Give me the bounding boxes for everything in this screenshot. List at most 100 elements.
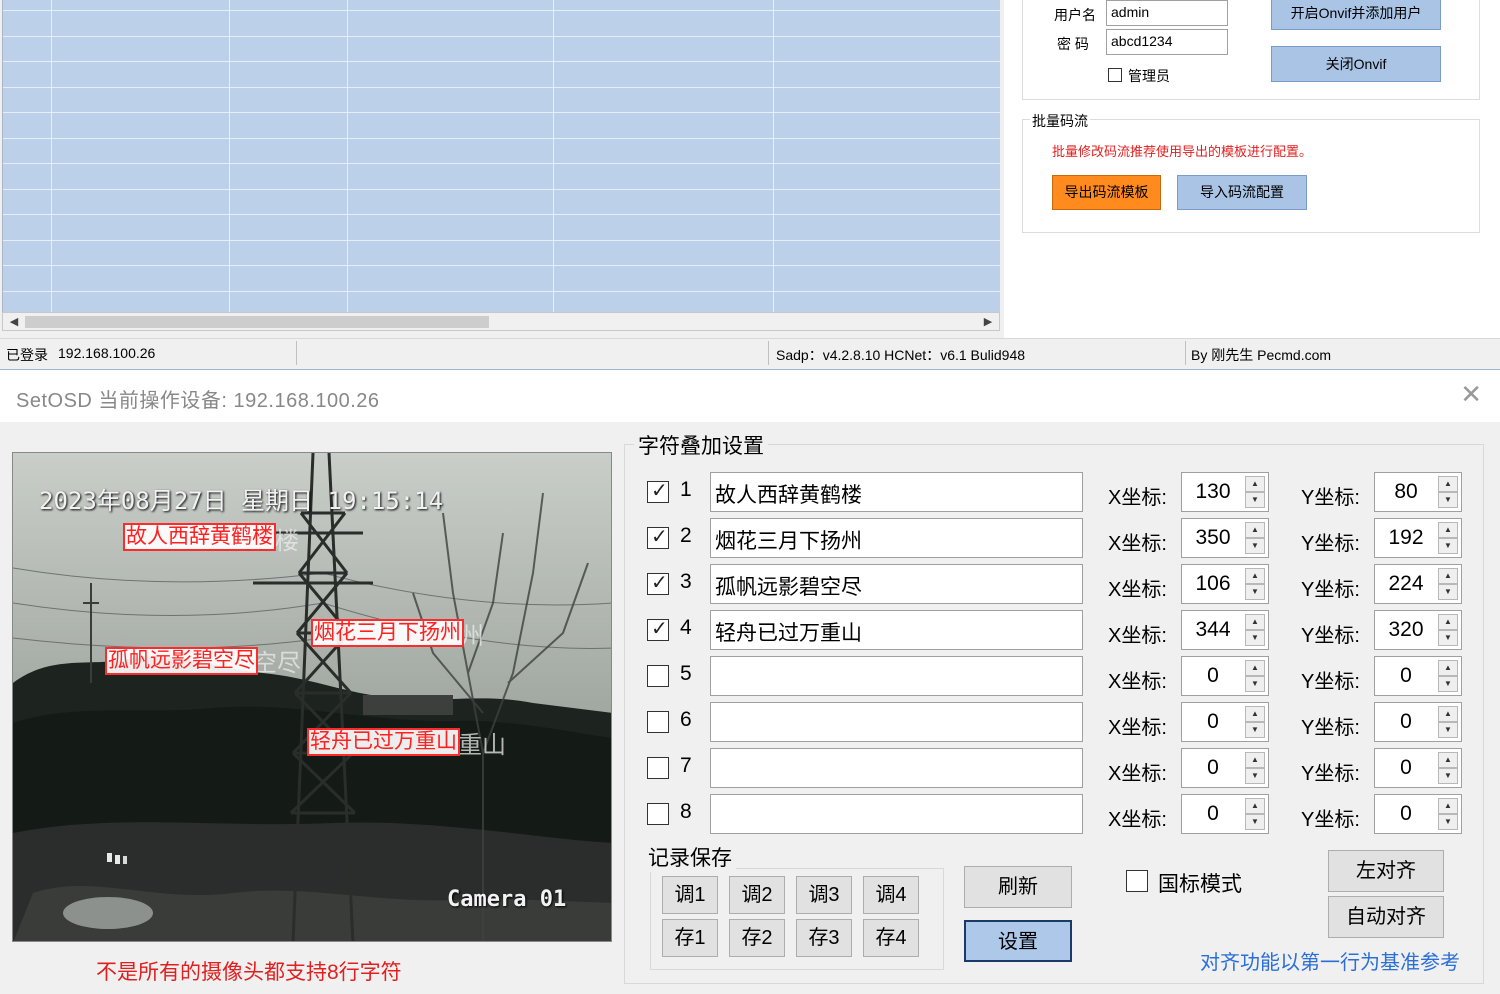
auto-align-button[interactable]: 自动对齐 bbox=[1328, 896, 1444, 938]
x-coord-value[interactable]: 350 bbox=[1182, 526, 1244, 550]
spin-down-icon[interactable]: ▼ bbox=[1245, 538, 1265, 554]
spin-up-icon[interactable]: ▲ bbox=[1245, 798, 1265, 814]
spin-down-icon[interactable]: ▼ bbox=[1438, 768, 1458, 784]
x-coord-value[interactable]: 344 bbox=[1182, 618, 1244, 642]
spin-down-icon[interactable]: ▼ bbox=[1438, 584, 1458, 600]
set-button[interactable]: 设置 bbox=[964, 920, 1072, 962]
spin-down-icon[interactable]: ▼ bbox=[1245, 814, 1265, 830]
y-coord-spinner[interactable]: 224 ▲ ▼ bbox=[1374, 564, 1462, 604]
spin-down-icon[interactable]: ▼ bbox=[1245, 492, 1265, 508]
x-coord-spinner[interactable]: 350 ▲ ▼ bbox=[1181, 518, 1269, 558]
device-grid[interactable] bbox=[2, 0, 1000, 312]
scroll-thumb[interactable] bbox=[25, 316, 489, 328]
spin-up-icon[interactable]: ▲ bbox=[1438, 522, 1458, 538]
spin-up-icon[interactable]: ▲ bbox=[1438, 660, 1458, 676]
refresh-button[interactable]: 刷新 bbox=[964, 866, 1072, 908]
spin-up-icon[interactable]: ▲ bbox=[1245, 568, 1265, 584]
spin-down-icon[interactable]: ▼ bbox=[1438, 814, 1458, 830]
spin-up-icon[interactable]: ▲ bbox=[1245, 752, 1265, 768]
import-config-button[interactable]: 导入码流配置 bbox=[1177, 175, 1307, 210]
x-coord-spinner[interactable]: 130 ▲ ▼ bbox=[1181, 472, 1269, 512]
y-coord-spinner[interactable]: 0 ▲ ▼ bbox=[1374, 702, 1462, 742]
osd-text-input[interactable]: 烟花三月下扬州 bbox=[710, 518, 1083, 558]
y-coord-spinner[interactable]: 192 ▲ ▼ bbox=[1374, 518, 1462, 558]
y-coord-spinner[interactable]: 80 ▲ ▼ bbox=[1374, 472, 1462, 512]
osd-row-checkbox[interactable] bbox=[647, 665, 669, 687]
osd-text-input[interactable]: 故人西辞黄鹤楼 bbox=[710, 472, 1083, 512]
x-coord-value[interactable]: 0 bbox=[1182, 802, 1244, 826]
national-mode-checkbox[interactable] bbox=[1126, 870, 1148, 892]
x-coord-value[interactable]: 0 bbox=[1182, 756, 1244, 780]
y-coord-spinner[interactable]: 320 ▲ ▼ bbox=[1374, 610, 1462, 650]
spin-down-icon[interactable]: ▼ bbox=[1438, 492, 1458, 508]
save-preset-1-button[interactable]: 存1 bbox=[662, 919, 718, 957]
osd-row-checkbox[interactable]: ✓ bbox=[647, 572, 669, 595]
spin-up-icon[interactable]: ▲ bbox=[1438, 752, 1458, 768]
x-coord-spinner[interactable]: 106 ▲ ▼ bbox=[1181, 564, 1269, 604]
y-coord-value[interactable]: 320 bbox=[1375, 618, 1437, 642]
load-preset-4-button[interactable]: 调4 bbox=[863, 876, 919, 914]
close-icon[interactable]: ✕ bbox=[1460, 380, 1482, 408]
export-template-button[interactable]: 导出码流模板 bbox=[1052, 175, 1161, 210]
y-coord-spinner[interactable]: 0 ▲ ▼ bbox=[1374, 748, 1462, 788]
osd-row-checkbox[interactable] bbox=[647, 803, 669, 825]
spin-up-icon[interactable]: ▲ bbox=[1438, 614, 1458, 630]
spin-down-icon[interactable]: ▼ bbox=[1438, 722, 1458, 738]
close-onvif-button[interactable]: 关闭Onvif bbox=[1271, 46, 1441, 82]
osd-row-checkbox[interactable] bbox=[647, 711, 669, 733]
username-input[interactable]: admin bbox=[1106, 0, 1228, 26]
spin-down-icon[interactable]: ▼ bbox=[1438, 538, 1458, 554]
spin-up-icon[interactable]: ▲ bbox=[1438, 476, 1458, 492]
y-coord-value[interactable]: 0 bbox=[1375, 664, 1437, 688]
osd-text-input[interactable]: 孤帆远影碧空尽 bbox=[710, 564, 1083, 604]
y-coord-value[interactable]: 192 bbox=[1375, 526, 1437, 550]
osd-text-input[interactable] bbox=[710, 794, 1083, 834]
scroll-right-icon[interactable]: ▶ bbox=[979, 314, 997, 330]
password-input[interactable]: abcd1234 bbox=[1106, 29, 1228, 55]
spin-up-icon[interactable]: ▲ bbox=[1245, 706, 1265, 722]
x-coord-spinner[interactable]: 0 ▲ ▼ bbox=[1181, 748, 1269, 788]
y-coord-value[interactable]: 224 bbox=[1375, 572, 1437, 596]
spin-up-icon[interactable]: ▲ bbox=[1438, 706, 1458, 722]
y-coord-spinner[interactable]: 0 ▲ ▼ bbox=[1374, 794, 1462, 834]
grid-horizontal-scrollbar[interactable]: ◀ ▶ bbox=[2, 312, 1000, 331]
spin-up-icon[interactable]: ▲ bbox=[1245, 476, 1265, 492]
load-preset-1-button[interactable]: 调1 bbox=[662, 876, 718, 914]
x-coord-value[interactable]: 130 bbox=[1182, 480, 1244, 504]
x-coord-spinner[interactable]: 0 ▲ ▼ bbox=[1181, 702, 1269, 742]
osd-text-input[interactable] bbox=[710, 656, 1083, 696]
y-coord-spinner[interactable]: 0 ▲ ▼ bbox=[1374, 656, 1462, 696]
y-coord-value[interactable]: 0 bbox=[1375, 802, 1437, 826]
left-align-button[interactable]: 左对齐 bbox=[1328, 850, 1444, 892]
spin-up-icon[interactable]: ▲ bbox=[1245, 660, 1265, 676]
save-preset-2-button[interactable]: 存2 bbox=[729, 919, 785, 957]
x-coord-value[interactable]: 0 bbox=[1182, 664, 1244, 688]
enable-onvif-button[interactable]: 开启Onvif并添加用户 bbox=[1271, 0, 1441, 30]
x-coord-spinner[interactable]: 0 ▲ ▼ bbox=[1181, 794, 1269, 834]
osd-text-input[interactable]: 轻舟已过万重山 bbox=[710, 610, 1083, 650]
x-coord-spinner[interactable]: 344 ▲ ▼ bbox=[1181, 610, 1269, 650]
x-coord-value[interactable]: 106 bbox=[1182, 572, 1244, 596]
load-preset-2-button[interactable]: 调2 bbox=[729, 876, 785, 914]
spin-up-icon[interactable]: ▲ bbox=[1245, 522, 1265, 538]
save-preset-4-button[interactable]: 存4 bbox=[863, 919, 919, 957]
spin-down-icon[interactable]: ▼ bbox=[1245, 584, 1265, 600]
spin-down-icon[interactable]: ▼ bbox=[1245, 676, 1265, 692]
spin-down-icon[interactable]: ▼ bbox=[1245, 768, 1265, 784]
osd-text-input[interactable] bbox=[710, 702, 1083, 742]
spin-up-icon[interactable]: ▲ bbox=[1245, 614, 1265, 630]
x-coord-value[interactable]: 0 bbox=[1182, 710, 1244, 734]
load-preset-3-button[interactable]: 调3 bbox=[796, 876, 852, 914]
scroll-left-icon[interactable]: ◀ bbox=[5, 314, 23, 330]
osd-row-checkbox[interactable]: ✓ bbox=[647, 526, 669, 549]
spin-down-icon[interactable]: ▼ bbox=[1245, 722, 1265, 738]
spin-up-icon[interactable]: ▲ bbox=[1438, 798, 1458, 814]
x-coord-spinner[interactable]: 0 ▲ ▼ bbox=[1181, 656, 1269, 696]
spin-down-icon[interactable]: ▼ bbox=[1438, 630, 1458, 646]
osd-text-input[interactable] bbox=[710, 748, 1083, 788]
save-preset-3-button[interactable]: 存3 bbox=[796, 919, 852, 957]
spin-down-icon[interactable]: ▼ bbox=[1438, 676, 1458, 692]
admin-checkbox[interactable] bbox=[1108, 68, 1122, 82]
osd-row-checkbox[interactable] bbox=[647, 757, 669, 779]
y-coord-value[interactable]: 0 bbox=[1375, 756, 1437, 780]
